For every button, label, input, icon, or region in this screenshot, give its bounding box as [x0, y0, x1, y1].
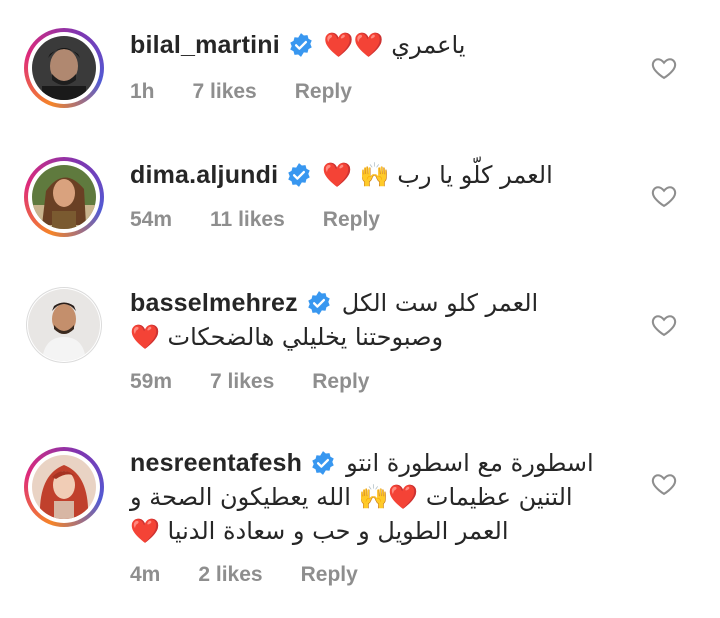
- heart-outline-icon[interactable]: [650, 311, 678, 339]
- verified-badge-icon: [312, 451, 334, 475]
- comment-username[interactable]: nesreentafesh: [130, 446, 302, 480]
- comment-username[interactable]: dima.aljundi: [130, 158, 278, 192]
- comment-time: 54m: [130, 208, 173, 231]
- avatar: [32, 455, 96, 519]
- heart-outline-icon[interactable]: [650, 182, 678, 210]
- heart-outline-icon[interactable]: [650, 470, 678, 498]
- comment-text-line: وصبوحتنا يخليلي هالضحكات ❤️: [130, 323, 444, 351]
- reply-button[interactable]: Reply: [301, 563, 358, 587]
- comment-likes[interactable]: 11 likes: [210, 208, 285, 232]
- comment-text-line: العمر كلّو يا رب 🙌 ❤️: [322, 161, 553, 189]
- comment-text-line: العمر الطويل و حب و سعادة الدنيا ❤️: [130, 517, 509, 545]
- comment-time: 59m: [130, 370, 173, 393]
- comment-username[interactable]: bilal_martini: [130, 28, 280, 62]
- reply-button[interactable]: Reply: [323, 208, 380, 232]
- avatar: [28, 289, 100, 361]
- comment-likes[interactable]: 2 likes: [198, 563, 262, 587]
- avatar-story-ring[interactable]: [24, 28, 104, 108]
- heart-outline-icon[interactable]: [650, 54, 678, 82]
- avatar: [32, 165, 96, 229]
- reply-button[interactable]: Reply: [312, 370, 369, 394]
- verified-badge-icon: [288, 163, 310, 187]
- avatar: [32, 36, 96, 100]
- comment-text-line: العمر كلو ست الكل: [341, 289, 539, 317]
- verified-badge-icon: [290, 33, 312, 57]
- avatar-story-ring[interactable]: [24, 447, 104, 527]
- comment-text-line: التنين عظيمات ❤️🙌 الله يعطيكون الصحة و: [130, 483, 573, 511]
- comment-likes[interactable]: 7 likes: [210, 370, 274, 394]
- comment-text-line: اسطورة مع اسطورة انتو: [346, 449, 594, 477]
- comment-username[interactable]: basselmehrez: [130, 286, 298, 320]
- comment-time: 4m: [130, 563, 161, 586]
- comment-time: 1h: [130, 80, 155, 103]
- avatar-story-ring[interactable]: [24, 157, 104, 237]
- comment-likes[interactable]: 7 likes: [193, 80, 257, 104]
- reply-button[interactable]: Reply: [295, 80, 352, 104]
- avatar-ring[interactable]: [26, 287, 102, 363]
- verified-badge-icon: [308, 291, 330, 315]
- comment-text-line: ياعمري ❤️❤️: [323, 31, 466, 59]
